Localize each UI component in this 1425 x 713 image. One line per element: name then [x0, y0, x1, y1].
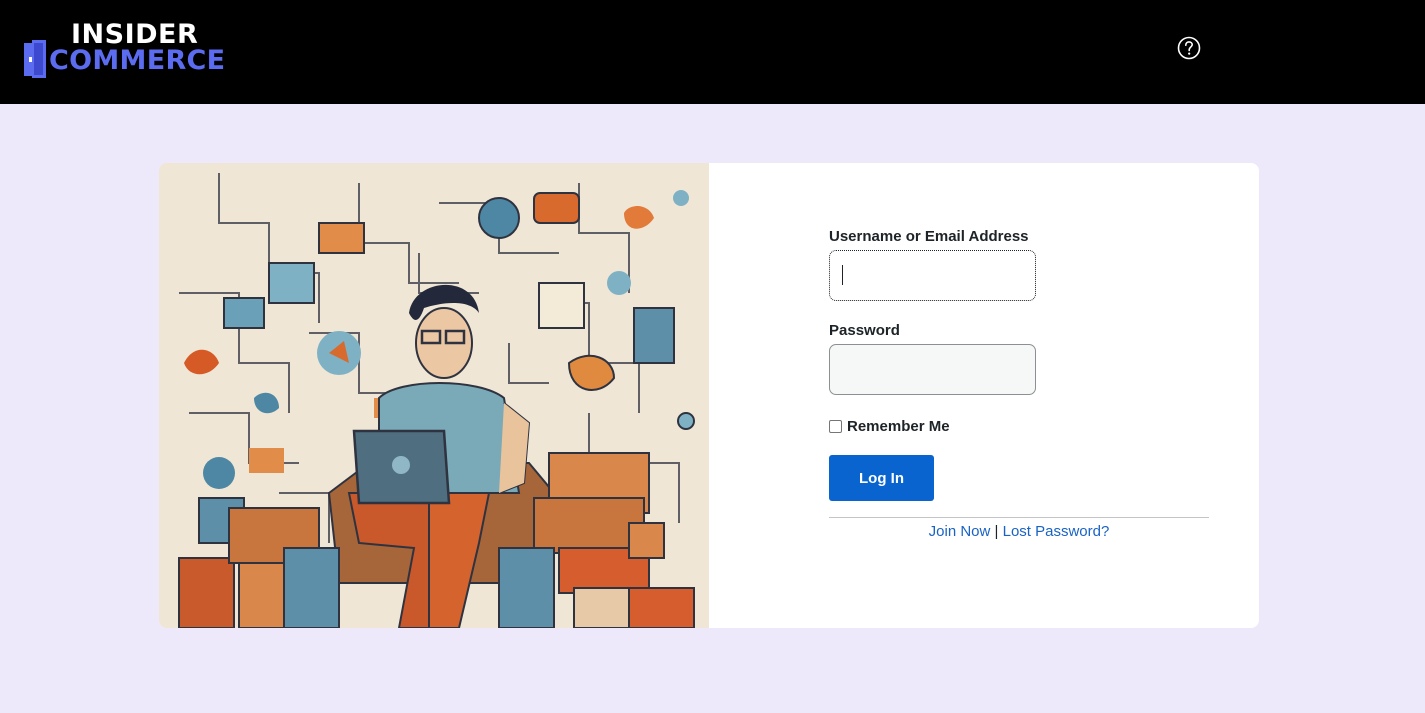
form-links: Join Now | Lost Password? [829, 523, 1209, 541]
remember-me-checkbox[interactable] [829, 420, 842, 433]
remember-me-label[interactable]: Remember Me [847, 417, 950, 437]
lost-password-link[interactable]: Lost Password? [1003, 523, 1110, 540]
top-header: INSIDER COMMERCE [0, 0, 1425, 104]
remember-me-row: Remember Me [829, 417, 1209, 437]
login-form: Username or Email Address Password Remem… [829, 227, 1209, 541]
door-icon [24, 40, 46, 78]
site-logo[interactable]: INSIDER COMMERCE [22, 20, 226, 82]
join-now-link[interactable]: Join Now [929, 523, 991, 540]
illustration-person-with-laptop [159, 163, 709, 628]
log-in-button[interactable]: Log In [829, 455, 934, 501]
password-input[interactable] [829, 344, 1036, 395]
username-input[interactable] [829, 250, 1036, 301]
text-caret [842, 265, 843, 285]
form-divider [829, 517, 1209, 518]
logo-text-commerce: COMMERCE [49, 45, 226, 76]
username-label: Username or Email Address [829, 228, 1029, 245]
links-separator: | [994, 523, 999, 540]
login-card: Username or Email Address Password Remem… [159, 163, 1259, 628]
illustration-image [159, 163, 709, 628]
question-circle-icon[interactable] [1177, 36, 1201, 60]
password-label: Password [829, 322, 900, 339]
